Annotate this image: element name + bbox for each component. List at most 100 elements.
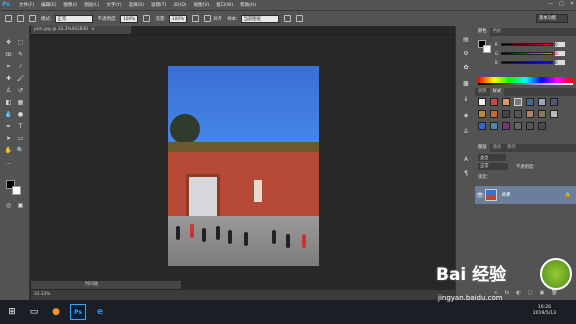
pressure-opacity-icon[interactable]	[143, 15, 151, 22]
red-value[interactable]: 0	[555, 42, 565, 47]
pen-tool-icon[interactable]: ✒	[4, 123, 13, 131]
tab-channels[interactable]: 通道	[490, 144, 505, 152]
tab-color[interactable]: 颜色	[475, 28, 490, 36]
style-swatch[interactable]	[526, 98, 534, 106]
path-select-tool-icon[interactable]: ➤	[4, 135, 13, 143]
style-swatch[interactable]	[538, 98, 546, 106]
brush-tool-icon[interactable]: 🖌	[16, 75, 25, 83]
character-panel-icon[interactable]: A	[462, 156, 470, 163]
menu-3d[interactable]: 3D(D)	[173, 3, 186, 8]
style-swatch[interactable]	[490, 110, 498, 118]
close-button[interactable]: ✕	[570, 1, 574, 7]
document-tab-close-button[interactable]: ×	[91, 27, 95, 32]
style-swatch[interactable]	[478, 98, 486, 106]
link-layers-icon[interactable]: ∞	[493, 288, 497, 298]
crop-tool-icon[interactable]: ⌗	[4, 63, 13, 71]
photoshop-taskbar-icon[interactable]: Ps	[70, 304, 86, 320]
pressure-size-icon[interactable]	[295, 15, 303, 22]
style-swatch[interactable]	[550, 110, 558, 118]
blue-value[interactable]: 0	[555, 60, 565, 65]
flow-input[interactable]: 100%	[168, 14, 188, 23]
opacity-input[interactable]: 100%	[120, 14, 139, 23]
menu-edit[interactable]: 编辑(E)	[41, 2, 56, 8]
swatches-panel-icon[interactable]: ▩	[462, 80, 470, 87]
new-layer-icon[interactable]: ▣	[539, 288, 544, 298]
task-view-icon[interactable]: ▭	[26, 304, 42, 320]
align-checkbox[interactable]	[204, 15, 212, 22]
grayscale-ramp[interactable]	[478, 83, 573, 85]
edit-toolbar-icon[interactable]: …	[4, 159, 13, 167]
menu-layer[interactable]: 图层(L)	[84, 2, 99, 8]
layer-row-background[interactable]: 👁 背景 🔒	[475, 186, 576, 204]
menu-file[interactable]: 文件(F)	[19, 2, 34, 8]
menu-type[interactable]: 文字(Y)	[106, 2, 121, 8]
brush-preset-icon[interactable]	[17, 15, 24, 22]
style-swatch[interactable]	[538, 122, 546, 130]
layer-style-icon[interactable]: fx	[505, 288, 510, 298]
tab-adjustments[interactable]: 调整	[475, 88, 490, 96]
minimize-button[interactable]: —	[548, 1, 553, 7]
paragraph-panel-icon[interactable]: ¶	[462, 170, 470, 177]
sample-select[interactable]: 当前图层	[240, 14, 279, 23]
green-value[interactable]: 0	[555, 51, 565, 56]
airbrush-icon[interactable]	[192, 15, 200, 22]
style-swatch[interactable]	[502, 122, 510, 130]
style-swatch[interactable]	[538, 110, 546, 118]
menu-window[interactable]: 窗口(W)	[216, 2, 233, 8]
navigator-panel-icon[interactable]: ◈	[462, 112, 470, 119]
tab-paths[interactable]: 路径	[504, 144, 519, 152]
shape-tool-icon[interactable]: ▭	[16, 135, 25, 143]
workspace-select[interactable]: 基本功能	[536, 14, 568, 23]
brush-panel-icon[interactable]: ✿	[462, 64, 470, 71]
style-swatch[interactable]	[478, 122, 486, 130]
new-group-icon[interactable]: ▢	[528, 288, 533, 298]
edge-icon[interactable]: e	[92, 304, 108, 320]
history-panel-icon[interactable]: ▤	[462, 36, 470, 43]
document-tab[interactable]: pick.jpg @ 33.3%(RGB/8) ×	[31, 26, 131, 34]
eye-icon[interactable]: 👁	[475, 192, 485, 199]
mode-select[interactable]: 正常	[54, 14, 93, 23]
blue-slider[interactable]: B 0	[495, 60, 567, 65]
hand-tool-icon[interactable]: ✋	[4, 147, 13, 155]
menu-help[interactable]: 帮助(H)	[240, 2, 256, 8]
style-swatch[interactable]	[550, 98, 558, 106]
style-swatch[interactable]	[490, 122, 498, 130]
zoom-tool-icon[interactable]: 🔍	[16, 147, 25, 155]
style-swatch[interactable]	[514, 122, 522, 130]
maximize-button[interactable]: □	[559, 1, 564, 7]
history-brush-tool-icon[interactable]: ↺	[16, 87, 25, 95]
red-slider[interactable]: R 0	[495, 42, 567, 47]
menu-select[interactable]: 选择(S)	[129, 2, 144, 8]
lasso-tool-icon[interactable]: ꝏ	[4, 51, 13, 59]
eyedropper-tool-icon[interactable]: ⁄	[16, 63, 25, 71]
green-slider[interactable]: G 0	[495, 51, 567, 56]
firefox-icon[interactable]: ●	[48, 304, 64, 320]
brush-panel-icon[interactable]	[29, 15, 36, 22]
style-swatch[interactable]	[514, 110, 522, 118]
color-panel-background[interactable]	[483, 45, 491, 53]
type-tool-icon[interactable]: T	[16, 123, 25, 131]
menu-filter[interactable]: 滤镜(T)	[151, 2, 166, 8]
gradient-tool-icon[interactable]: ▦	[16, 99, 25, 107]
quick-select-tool-icon[interactable]: ✎	[16, 51, 25, 59]
style-swatch[interactable]	[526, 110, 534, 118]
tab-styles[interactable]: 样式	[489, 88, 505, 96]
screen-mode-icon[interactable]: ▣	[16, 202, 25, 210]
healing-brush-tool-icon[interactable]: ✚	[4, 75, 13, 83]
taskbar-clock[interactable]: 16:26 2019/5/13	[533, 305, 556, 317]
zoom-level[interactable]: 33.33%	[34, 290, 50, 300]
style-swatch[interactable]	[490, 98, 498, 106]
style-swatch[interactable]	[502, 110, 510, 118]
tab-layers[interactable]: 图层	[475, 144, 490, 152]
info-panel-icon[interactable]: ℹ	[462, 96, 470, 103]
document-area[interactable]: pick.jpg @ 33.3%(RGB/8) ×	[31, 26, 455, 300]
stamp-tool-preset-icon[interactable]	[5, 15, 12, 22]
windows-start-icon[interactable]: ⊞	[4, 304, 20, 320]
style-swatch[interactable]	[478, 110, 486, 118]
layer-name[interactable]: 背景	[501, 192, 510, 198]
ignore-adjustment-icon[interactable]	[283, 15, 291, 22]
style-swatch[interactable]	[526, 122, 534, 130]
style-swatch[interactable]	[502, 98, 510, 106]
properties-panel-icon[interactable]: ⚙	[462, 50, 470, 57]
trash-icon[interactable]: 🗑	[551, 288, 557, 298]
